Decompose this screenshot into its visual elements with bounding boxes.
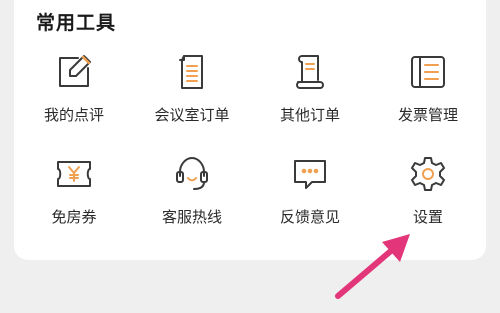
tool-my-reviews[interactable]: 我的点评 bbox=[14, 52, 134, 142]
tool-label: 反馈意见 bbox=[279, 208, 340, 226]
tool-customer-service[interactable]: 客服热线 bbox=[132, 154, 252, 244]
invoice-list-icon bbox=[408, 52, 448, 92]
tool-label: 发票管理 bbox=[397, 106, 458, 124]
tool-label: 我的点评 bbox=[43, 106, 104, 124]
tool-label: 免房券 bbox=[51, 208, 97, 226]
tool-label: 客服热线 bbox=[161, 208, 222, 226]
headset-icon bbox=[172, 154, 212, 194]
yuan-coupon-icon bbox=[54, 154, 94, 194]
edit-square-icon bbox=[54, 52, 94, 92]
document-list-icon bbox=[172, 52, 212, 92]
tool-label: 会议室订单 bbox=[154, 106, 230, 124]
tool-meeting-room-orders[interactable]: 会议室订单 bbox=[132, 52, 252, 142]
tool-free-room-voucher[interactable]: 免房券 bbox=[14, 154, 134, 244]
scroll-order-icon bbox=[290, 52, 330, 92]
tool-label: 其他订单 bbox=[279, 106, 340, 124]
gear-icon bbox=[408, 154, 448, 194]
section-title: 常用工具 bbox=[36, 12, 117, 34]
tool-invoice-management[interactable]: 发票管理 bbox=[368, 52, 488, 142]
tool-other-orders[interactable]: 其他订单 bbox=[250, 52, 370, 142]
tool-label: 设置 bbox=[412, 208, 443, 226]
pointer-arrow-annotation bbox=[330, 228, 420, 308]
chat-bubble-icon bbox=[290, 154, 330, 194]
